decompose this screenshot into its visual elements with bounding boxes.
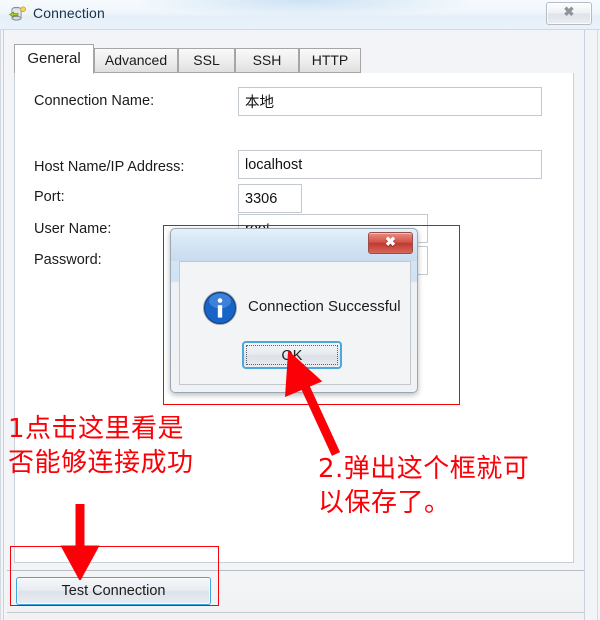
tab-ssh[interactable]: SSH bbox=[235, 48, 299, 73]
connection-window: Connection ✖ General Advanced SSL SSH HT… bbox=[0, 0, 600, 620]
footer-separator bbox=[7, 570, 584, 571]
titlebar-glass-sheen bbox=[140, 0, 470, 16]
host-name-label: Host Name/IP Address: bbox=[34, 159, 185, 175]
dialog-ok-label: OK bbox=[246, 345, 338, 365]
connection-name-input[interactable] bbox=[238, 87, 542, 116]
window-right-border-outer bbox=[597, 30, 598, 620]
tab-ssl[interactable]: SSL bbox=[178, 48, 235, 73]
dialog-close-button[interactable]: ✖ bbox=[368, 232, 413, 254]
dialog-content-panel: Connection Successful OK bbox=[179, 261, 411, 385]
tab-advanced[interactable]: Advanced bbox=[94, 48, 178, 73]
tabstrip: General Advanced SSL SSH HTTP bbox=[14, 44, 574, 74]
close-icon: ✖ bbox=[563, 4, 575, 19]
password-label: Password: bbox=[34, 252, 102, 268]
window-close-button[interactable]: ✖ bbox=[546, 2, 592, 25]
window-titlebar: Connection ✖ bbox=[0, 0, 600, 30]
port-input[interactable] bbox=[238, 184, 302, 213]
connection-successful-dialog: ✖ Connection Successful OK bbox=[170, 228, 418, 393]
user-name-label: User Name: bbox=[34, 221, 112, 237]
dialog-titlebar: ✖ bbox=[171, 229, 417, 261]
info-icon bbox=[202, 290, 238, 326]
port-label: Port: bbox=[34, 189, 65, 205]
database-connection-icon bbox=[8, 5, 27, 24]
test-connection-button[interactable]: Test Connection bbox=[16, 577, 211, 605]
dialog-ok-button[interactable]: OK bbox=[242, 341, 342, 369]
connection-name-label: Connection Name: bbox=[34, 93, 155, 109]
tab-http[interactable]: HTTP bbox=[299, 48, 361, 73]
footer-bottom-line bbox=[7, 612, 584, 613]
window-title: Connection bbox=[33, 5, 105, 21]
dialog-message: Connection Successful bbox=[248, 298, 401, 315]
tab-general[interactable]: General bbox=[14, 44, 94, 74]
window-left-border-inner bbox=[3, 30, 4, 620]
window-right-border-inner bbox=[584, 30, 585, 620]
close-icon: ✖ bbox=[385, 234, 396, 249]
window-left-border-outer bbox=[0, 30, 1, 620]
host-name-input[interactable] bbox=[238, 150, 542, 179]
